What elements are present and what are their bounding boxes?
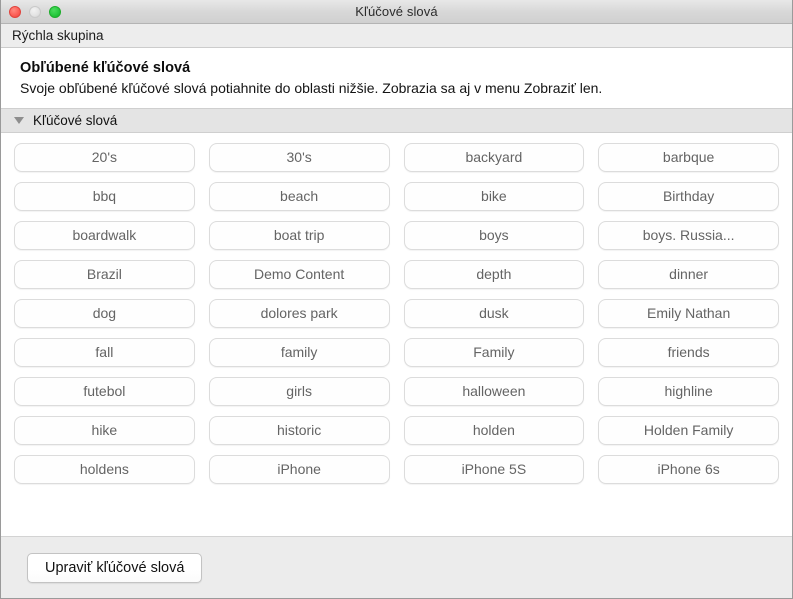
description-title: Obľúbené kľúčové slová — [20, 60, 191, 76]
keyword-token[interactable]: Brazil — [14, 260, 195, 289]
minimize-button[interactable] — [29, 5, 41, 18]
keyword-token[interactable]: depth — [403, 260, 585, 289]
keyword-token[interactable]: boardwalk — [14, 221, 195, 250]
keyword-token[interactable]: hike — [14, 416, 195, 445]
keyword-token[interactable]: dog — [14, 299, 195, 328]
keyword-token[interactable]: iPhone — [208, 455, 390, 484]
window-titlebar: Kľúčové slová — [1, 0, 792, 24]
keyword-token[interactable]: Demo Content — [208, 260, 390, 289]
keyword-token[interactable]: bbq — [14, 182, 195, 211]
keyword-token[interactable]: 30's — [208, 143, 390, 172]
keyword-token[interactable]: girls — [208, 377, 390, 406]
keyword-token[interactable]: 20's — [14, 143, 195, 172]
keyword-token[interactable]: holdens — [14, 455, 195, 484]
keyword-token[interactable]: boys — [403, 221, 585, 250]
description-panel: Obľúbené kľúčové slová Svoje obľúbené kľ… — [1, 48, 792, 108]
window-controls — [9, 0, 61, 23]
keyword-token[interactable]: dinner — [598, 260, 779, 289]
keyword-token[interactable]: Holden Family — [598, 416, 779, 445]
quick-group-label: Rýchla skupina — [12, 28, 104, 43]
keyword-token[interactable]: halloween — [403, 377, 585, 406]
keywords-section-header[interactable]: Kľúčové slová — [1, 108, 792, 133]
keyword-token[interactable]: historic — [208, 416, 390, 445]
keyword-token[interactable]: barbque — [598, 143, 779, 172]
keywords-scroll-area[interactable]: 20's 30's backyard barbque bbq beach bike Birth… — [1, 133, 792, 536]
keyword-token[interactable]: Family — [403, 338, 585, 367]
keyword-token[interactable]: friends — [598, 338, 779, 367]
keyword-token[interactable]: iPhone 5S — [403, 455, 585, 484]
keyword-token[interactable]: boat trip — [208, 221, 390, 250]
keyword-token[interactable]: dusk — [403, 299, 585, 328]
keyword-token[interactable]: backyard — [403, 143, 585, 172]
keywords-window: Kľúčové slová Rýchla skupina Obľúbené kľ… — [0, 0, 793, 599]
keyword-token[interactable]: boys. Russia... — [598, 221, 779, 250]
keyword-token[interactable]: beach — [208, 182, 390, 211]
window-footer: Upraviť kľúčové slová — [1, 536, 792, 598]
keyword-token[interactable]: holden — [403, 416, 585, 445]
description-body: Svoje obľúbené kľúčové slová potiahnite … — [20, 80, 603, 96]
keywords-section-title: Kľúčové slová — [33, 113, 118, 128]
keyword-token[interactable]: bike — [403, 182, 585, 211]
keyword-token[interactable]: dolores park — [208, 299, 390, 328]
keyword-grid: 20's 30's backyard barbque bbq beach bike Birth… — [14, 143, 779, 484]
keyword-token[interactable]: Emily Nathan — [598, 299, 779, 328]
window-title: Kľúčové slová — [355, 4, 438, 19]
keyword-token[interactable]: iPhone 6s — [598, 455, 779, 484]
zoom-button[interactable] — [49, 5, 61, 18]
close-button[interactable] — [9, 5, 21, 18]
quick-group-bar: Rýchla skupina — [1, 24, 792, 48]
keyword-token[interactable]: futebol — [14, 377, 195, 406]
keyword-token[interactable]: highline — [598, 377, 779, 406]
edit-keywords-button[interactable]: Upraviť kľúčové slová — [27, 552, 203, 583]
triangle-down-icon[interactable] — [14, 117, 24, 124]
keyword-token[interactable]: family — [208, 338, 390, 367]
keyword-token[interactable]: fall — [14, 338, 195, 367]
keyword-token[interactable]: Birthday — [598, 182, 779, 211]
